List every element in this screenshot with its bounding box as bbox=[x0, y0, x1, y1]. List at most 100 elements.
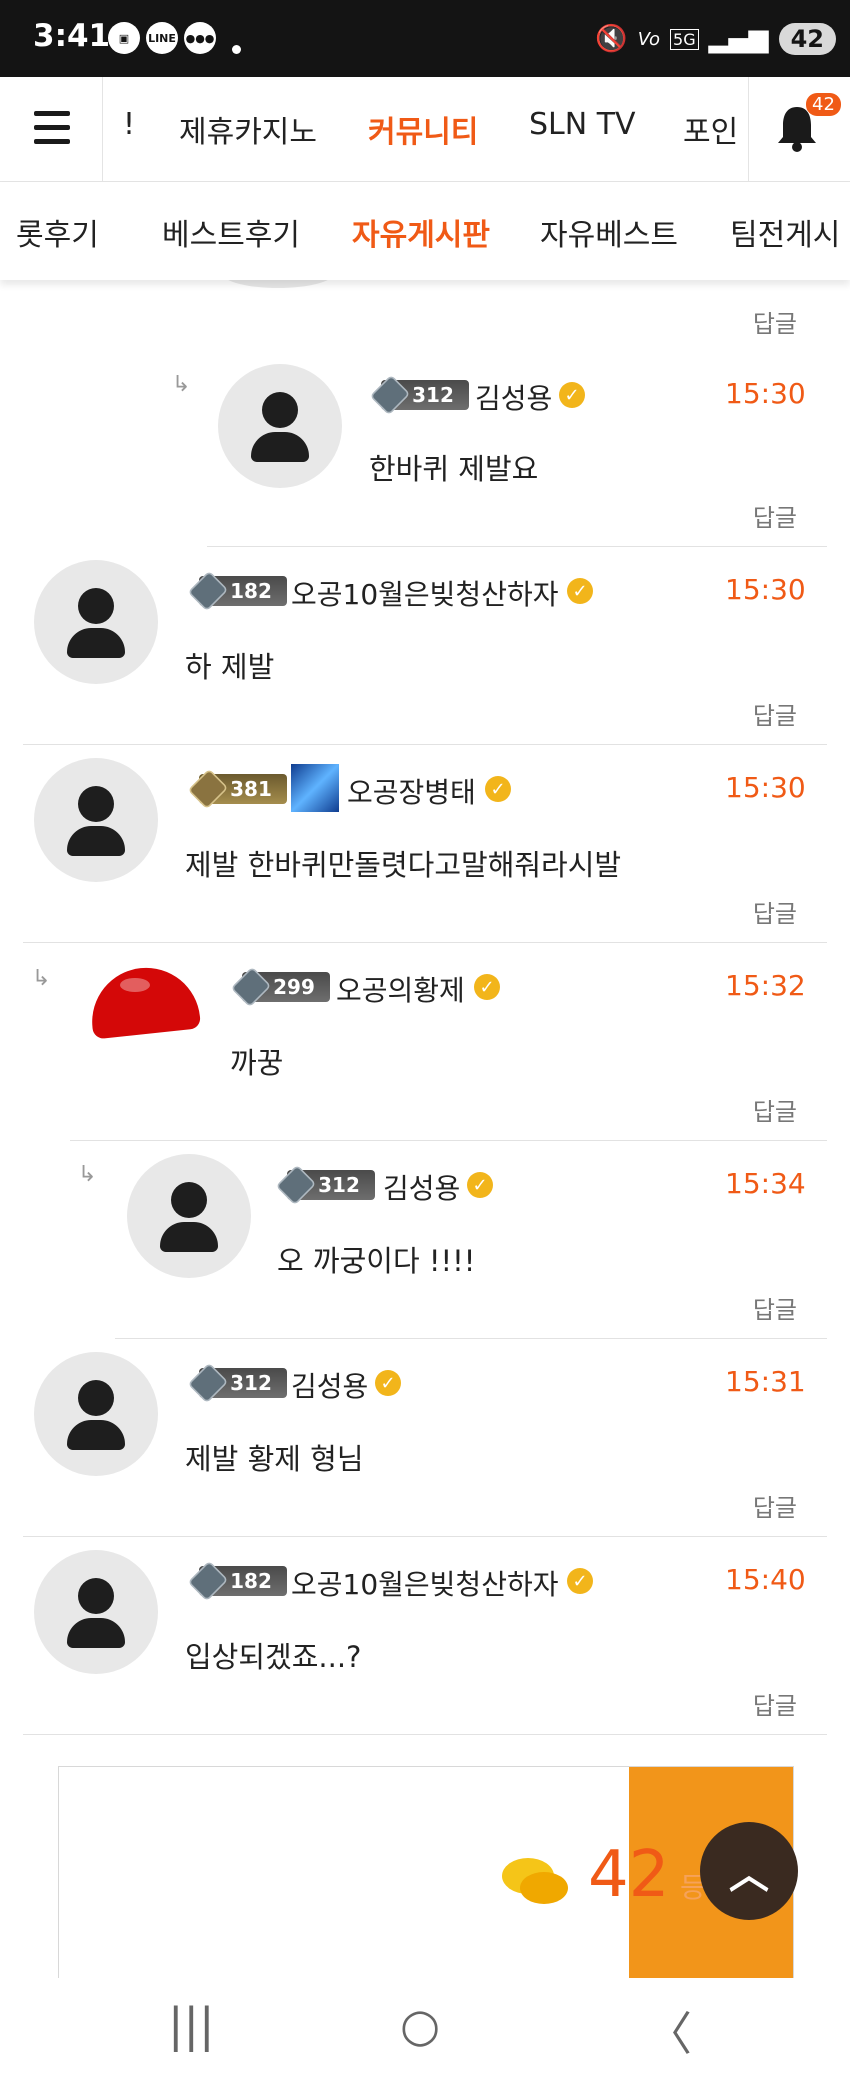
person-icon bbox=[262, 392, 298, 428]
user-name[interactable]: 김성용 bbox=[475, 377, 552, 417]
more-notifications-dot bbox=[232, 45, 241, 54]
verified-icon: ✓ bbox=[474, 974, 500, 1000]
avatar bbox=[34, 758, 158, 882]
nav-item[interactable]: ! bbox=[123, 107, 135, 142]
verified-icon: ✓ bbox=[567, 1568, 593, 1594]
line-app-icon: LINE bbox=[146, 22, 178, 54]
reply-arrow-icon: ↳ bbox=[172, 372, 191, 397]
comment-text: 오 까궁이다 !!!! bbox=[277, 1244, 476, 1278]
sub-nav-item-free-best[interactable]: 자유베스트 bbox=[540, 210, 678, 254]
reply-button[interactable]: 답글 bbox=[753, 498, 797, 533]
comment-time: 15:32 bbox=[725, 969, 806, 1002]
sub-nav-item-team-board[interactable]: 팀전게시 bbox=[730, 210, 840, 254]
nav-item-point[interactable]: 포인 bbox=[683, 107, 738, 151]
user-name[interactable]: 김성용 bbox=[383, 1167, 460, 1207]
sub-nav: 롯후기 베스트후기 자유게시판 자유베스트 팀전게시 bbox=[0, 182, 850, 280]
badge-emblem-icon bbox=[187, 1362, 229, 1404]
menu-button[interactable] bbox=[0, 77, 103, 181]
reply-button[interactable]: 답글 bbox=[753, 1686, 797, 1721]
level-value: 312 bbox=[230, 1371, 272, 1395]
comment-text: 까꿍 bbox=[230, 1046, 284, 1080]
person-icon-body bbox=[67, 826, 125, 856]
user-name[interactable]: 오공의황제 bbox=[336, 969, 465, 1009]
comment-text: 입상되겠죠...? bbox=[185, 1640, 362, 1674]
avatar bbox=[127, 1154, 251, 1278]
status-right-icons: 🔇 Vo 5G ▂▄▆ 42 bbox=[595, 20, 836, 58]
home-icon[interactable]: ○ bbox=[400, 1998, 440, 2052]
nav-item-sln-tv[interactable]: SLN TV bbox=[529, 107, 636, 142]
battery-indicator: 42 bbox=[778, 23, 836, 55]
user-name[interactable]: 오공10월은빚청산하자 bbox=[291, 573, 558, 613]
level-badge: 312 bbox=[187, 1362, 287, 1404]
level-badge: 299 bbox=[230, 966, 330, 1008]
sub-nav-item-review[interactable]: 롯후기 bbox=[16, 210, 99, 254]
status-time: 3:41 bbox=[33, 18, 111, 54]
comment-item: 312 김성용 ✓ 15:30 한바퀴 제발요 답글 bbox=[207, 348, 827, 547]
user-name[interactable]: 김성용 bbox=[291, 1365, 368, 1405]
comment-time: 15:30 bbox=[725, 573, 806, 606]
comments-icon bbox=[502, 1858, 568, 1904]
hamburger-icon-line bbox=[34, 139, 70, 144]
status-bar: 3:41 ▣ LINE ●●● 🔇 Vo 5G ▂▄▆ 42 bbox=[0, 0, 850, 77]
user-name[interactable]: 오공장병태 bbox=[347, 771, 476, 811]
level-badge: 182 bbox=[187, 1560, 287, 1602]
verified-icon: ✓ bbox=[467, 1172, 493, 1198]
profile-image-icon bbox=[291, 764, 339, 812]
level-value: 381 bbox=[230, 777, 272, 801]
comment-text: 제발 황제 형님 bbox=[185, 1442, 364, 1476]
level-badge: 312 bbox=[369, 374, 469, 416]
cap-icon bbox=[86, 962, 202, 1040]
back-icon[interactable]: 〈 bbox=[646, 1998, 692, 2064]
person-icon-body bbox=[67, 1618, 125, 1648]
nav-item-partner-casino[interactable]: 제휴카지노 bbox=[179, 107, 317, 151]
mute-icon: 🔇 bbox=[595, 24, 628, 54]
person-icon bbox=[78, 786, 114, 822]
badge-emblem-icon bbox=[187, 768, 229, 810]
chat-icon: ●●● bbox=[184, 22, 216, 54]
comment-item: 381 오공장병태 ✓ 15:30 제발 한바퀴만돌렷다고말해줘라시발 답글 bbox=[23, 746, 827, 943]
sub-nav-item-free-board[interactable]: 자유게시판 bbox=[352, 210, 490, 254]
scroll-top-button[interactable]: ︿ bbox=[700, 1822, 798, 1920]
badge-emblem-icon bbox=[187, 570, 229, 612]
verified-icon: ✓ bbox=[559, 382, 585, 408]
signal-icon: ▂▄▆ bbox=[708, 24, 769, 54]
notification-button[interactable]: 42 bbox=[748, 77, 850, 181]
user-name[interactable]: 오공10월은빚청산하자 bbox=[291, 1563, 558, 1603]
level-value: 182 bbox=[230, 579, 272, 603]
reply-button[interactable]: 답글 bbox=[753, 1092, 797, 1127]
top-nav-items: ! 제휴카지노 커뮤니티 SLN TV 포인 bbox=[103, 77, 746, 181]
reply-arrow-icon: ↳ bbox=[78, 1162, 97, 1187]
person-icon-body bbox=[251, 432, 309, 462]
avatar bbox=[34, 560, 158, 684]
reply-button[interactable]: 답글 bbox=[753, 1290, 797, 1325]
reply-button[interactable]: 답글 bbox=[753, 696, 797, 731]
person-icon bbox=[78, 1578, 114, 1614]
avatar bbox=[34, 1352, 158, 1476]
badge-emblem-icon bbox=[187, 1560, 229, 1602]
comment-text: 하 제발 bbox=[185, 650, 275, 684]
level-badge: 312 bbox=[275, 1164, 375, 1206]
verified-icon: ✓ bbox=[567, 578, 593, 604]
sub-nav-item-best-review[interactable]: 베스트후기 bbox=[162, 210, 300, 254]
hamburger-icon-line bbox=[34, 125, 70, 130]
notification-count-badge: 42 bbox=[806, 93, 841, 116]
person-icon bbox=[78, 1380, 114, 1416]
person-icon-body bbox=[67, 1420, 125, 1450]
avatar bbox=[34, 1550, 158, 1674]
reply-button[interactable]: 답글 bbox=[753, 1488, 797, 1523]
comment-item: 182 오공10월은빚청산하자 ✓ 15:30 하 제발 답글 bbox=[23, 548, 827, 745]
reply-button[interactable]: 답글 bbox=[753, 304, 797, 339]
comment-count: 42 bbox=[588, 1838, 670, 1912]
reply-button[interactable]: 답글 bbox=[753, 894, 797, 929]
recent-apps-icon[interactable]: ||| bbox=[168, 1998, 215, 2052]
comment-item: 312 김성용 ✓ 15:34 오 까궁이다 !!!! 답글 bbox=[115, 1142, 827, 1339]
comment-time: 15:30 bbox=[725, 377, 806, 410]
nav-item-community[interactable]: 커뮤니티 bbox=[368, 107, 478, 151]
hamburger-icon bbox=[34, 111, 70, 116]
comment-item: 182 오공10월은빚청산하자 ✓ 15:40 입상되겠죠...? 답글 bbox=[23, 1538, 827, 1735]
badge-emblem-icon bbox=[230, 966, 272, 1008]
badge-emblem-icon bbox=[369, 374, 411, 416]
person-icon-body bbox=[67, 628, 125, 658]
avatar bbox=[218, 364, 342, 488]
comment-item: 312 김성용 ✓ 15:31 제발 황제 형님 답글 bbox=[23, 1340, 827, 1537]
